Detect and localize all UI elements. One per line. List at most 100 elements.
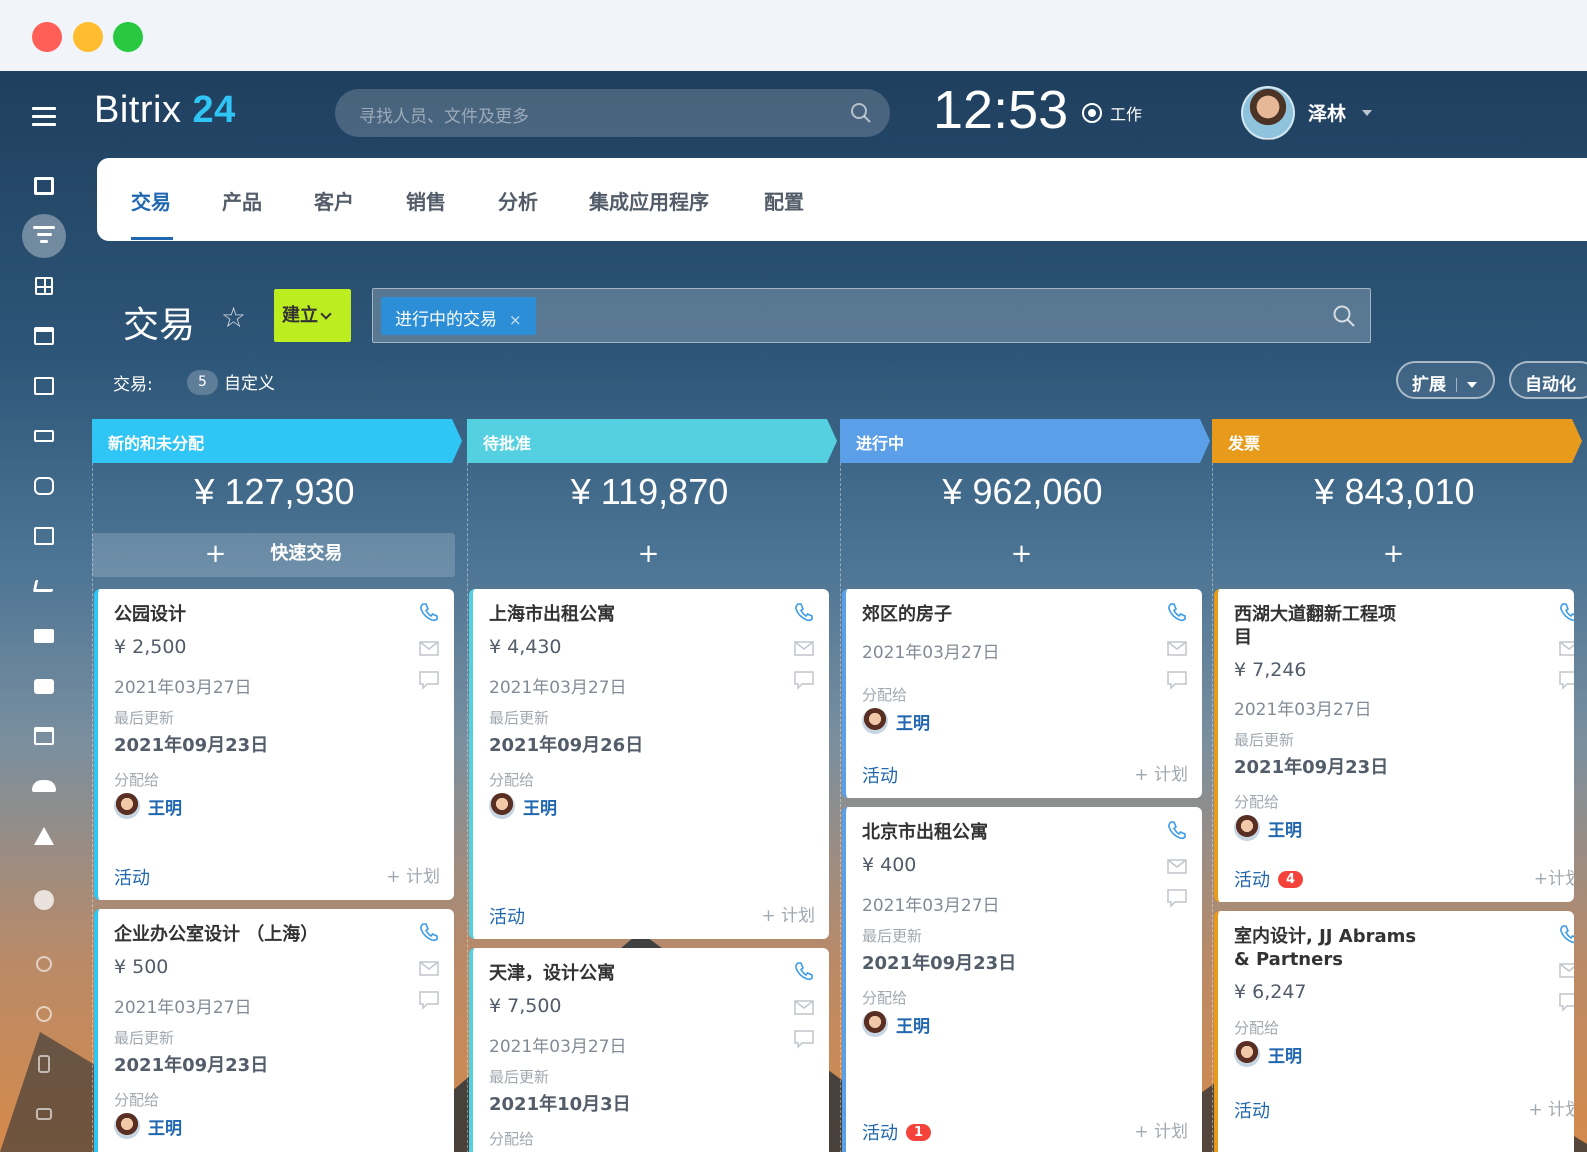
comment-icon[interactable] xyxy=(1166,669,1188,691)
tab-customers[interactable]: 客户 xyxy=(314,186,354,215)
search-icon[interactable] xyxy=(1332,304,1356,328)
user-avatar[interactable] xyxy=(1241,86,1295,140)
comment-icon[interactable] xyxy=(418,669,440,691)
activity-link[interactable]: 活动 xyxy=(489,903,525,929)
deal-title[interactable]: 北京市出租公寓 xyxy=(862,821,1152,844)
sidebar-item-chat[interactable] xyxy=(22,661,66,711)
sidebar-item-crm[interactable] xyxy=(22,211,66,261)
activity-link[interactable]: 活动 4 xyxy=(1234,866,1304,892)
phone-icon[interactable] xyxy=(1166,819,1188,841)
sidebar-item-contacts[interactable] xyxy=(22,361,66,411)
add-deal-button[interactable]: + xyxy=(1212,533,1575,577)
clock[interactable]: 12:53 xyxy=(933,79,1068,141)
global-search[interactable]: 寻找人员、文件及更多 xyxy=(335,89,890,137)
sidebar-item-employees[interactable] xyxy=(22,761,66,811)
star-icon[interactable]: ☆ xyxy=(221,301,246,334)
column-header[interactable]: 待批准 xyxy=(467,419,837,463)
deal-card[interactable]: 西湖大道翻新工程项目 ¥ 7,246 2021年03月27日 最后更新 2021… xyxy=(1214,589,1574,902)
app-logo[interactable]: Bitrix 24 xyxy=(94,89,236,132)
mail-icon[interactable] xyxy=(1166,637,1188,659)
mail-icon[interactable] xyxy=(793,637,815,659)
sidebar-item-desktop[interactable] xyxy=(22,1089,66,1139)
deal-title[interactable]: 天津，设计公寓 xyxy=(489,962,779,985)
sidebar-item-lab[interactable] xyxy=(22,811,66,861)
phone-icon[interactable] xyxy=(418,921,440,943)
sidebar-item-apps[interactable] xyxy=(22,261,66,311)
comment-icon[interactable] xyxy=(793,669,815,691)
activity-link[interactable]: 活动 xyxy=(1234,1097,1270,1123)
deal-title[interactable]: 室内设计, JJ Abrams & Partners xyxy=(1234,925,1434,971)
sidebar-item-shop[interactable] xyxy=(22,561,66,611)
deal-title[interactable]: 公园设计 xyxy=(114,603,404,626)
mail-icon[interactable] xyxy=(418,637,440,659)
tab-analytics[interactable]: 分析 xyxy=(498,186,538,215)
deal-card[interactable]: 公园设计 ¥ 2,500 2021年03月27日 最后更新 2021年09月23… xyxy=(94,589,454,900)
menu-icon[interactable] xyxy=(32,107,56,131)
deal-title[interactable]: 上海市出租公寓 xyxy=(489,603,779,626)
sidebar-item-sites[interactable] xyxy=(22,311,66,361)
sidebar-item-settings[interactable] xyxy=(22,989,66,1039)
close-window-button[interactable] xyxy=(32,22,62,52)
deal-title[interactable]: 西湖大道翻新工程项目 xyxy=(1234,603,1404,649)
phone-icon[interactable] xyxy=(793,601,815,623)
deal-card[interactable]: 企业办公室设计 （上海） ¥ 500 2021年03月27日 最后更新 2021… xyxy=(94,909,454,1152)
automation-button[interactable]: 自动化 xyxy=(1509,361,1587,399)
responsible-person[interactable]: 王明 xyxy=(489,793,557,819)
phone-icon[interactable] xyxy=(418,601,440,623)
mail-icon[interactable] xyxy=(793,996,815,1018)
phone-icon[interactable] xyxy=(793,960,815,982)
comment-icon[interactable] xyxy=(418,989,440,1011)
comment-icon[interactable] xyxy=(793,1028,815,1050)
phone-icon[interactable] xyxy=(1558,923,1574,945)
minimize-window-button[interactable] xyxy=(73,22,103,52)
sidebar-item-calendar[interactable] xyxy=(22,711,66,761)
column-header[interactable]: 发票 xyxy=(1212,419,1582,463)
counter-text[interactable]: 自定义 xyxy=(224,369,275,394)
work-status[interactable]: 工作 xyxy=(1082,101,1142,125)
plan-link[interactable]: + 计划 xyxy=(1134,760,1188,785)
tab-integrations[interactable]: 集成应用程序 xyxy=(589,186,709,215)
maximize-window-button[interactable] xyxy=(113,22,143,52)
tab-sales[interactable]: 销售 xyxy=(406,186,446,215)
sidebar-item-network[interactable] xyxy=(22,939,66,989)
sidebar-item-mail[interactable] xyxy=(22,611,66,661)
mail-icon[interactable] xyxy=(1558,959,1574,981)
responsible-person[interactable]: 王明 xyxy=(114,793,182,819)
deal-title[interactable]: 企业办公室设计 （上海） xyxy=(114,923,404,946)
plan-link[interactable]: + 计划 xyxy=(1134,1117,1188,1142)
responsible-person[interactable]: 王明 xyxy=(862,1011,930,1037)
sidebar-item-feed[interactable] xyxy=(22,161,66,211)
mail-icon[interactable] xyxy=(1166,855,1188,877)
expand-button[interactable]: 扩展 xyxy=(1396,361,1495,399)
sidebar-item-mobile[interactable] xyxy=(22,1039,66,1089)
responsible-person[interactable]: 王明 xyxy=(1234,1041,1302,1067)
deal-card[interactable]: 天津，设计公寓 ¥ 7,500 2021年03月27日 最后更新 2021年10… xyxy=(469,948,829,1152)
sidebar-item-drive[interactable] xyxy=(22,411,66,461)
add-deal-button[interactable]: + xyxy=(840,533,1203,577)
activity-link[interactable]: 活动 1 xyxy=(862,1119,932,1145)
counter-badge[interactable]: 5 xyxy=(187,370,218,395)
sidebar-item-tasks[interactable] xyxy=(22,511,66,561)
plan-link[interactable]: +计划 xyxy=(1534,864,1574,889)
filter-search-box[interactable]: 进行中的交易 × xyxy=(372,288,1371,343)
mail-icon[interactable] xyxy=(1558,637,1574,659)
plan-link[interactable]: + 计划 xyxy=(761,901,815,926)
activity-link[interactable]: 活动 xyxy=(862,762,898,788)
deal-title[interactable]: 郊区的房子 xyxy=(862,603,1152,626)
sidebar-item-sync[interactable] xyxy=(22,461,66,511)
search-icon[interactable] xyxy=(850,102,872,124)
close-icon[interactable]: × xyxy=(509,311,522,329)
create-button[interactable]: 建立 xyxy=(274,289,351,342)
plan-link[interactable]: + 计划 xyxy=(1528,1095,1574,1120)
add-deal-button[interactable]: + xyxy=(467,533,830,577)
comment-icon[interactable] xyxy=(1558,669,1574,691)
deal-card[interactable]: 北京市出租公寓 ¥ 400 2021年03月27日 最后更新 2021年09月2… xyxy=(842,807,1202,1152)
plan-link[interactable]: + 计划 xyxy=(386,862,440,887)
mail-icon[interactable] xyxy=(418,957,440,979)
filter-chip[interactable]: 进行中的交易 × xyxy=(381,297,536,335)
responsible-person[interactable]: 王明 xyxy=(862,708,930,734)
column-header[interactable]: 进行中 xyxy=(840,419,1210,463)
activity-link[interactable]: 活动 xyxy=(114,864,150,890)
tab-settings[interactable]: 配置 xyxy=(764,186,804,215)
tab-products[interactable]: 产品 xyxy=(222,186,262,215)
